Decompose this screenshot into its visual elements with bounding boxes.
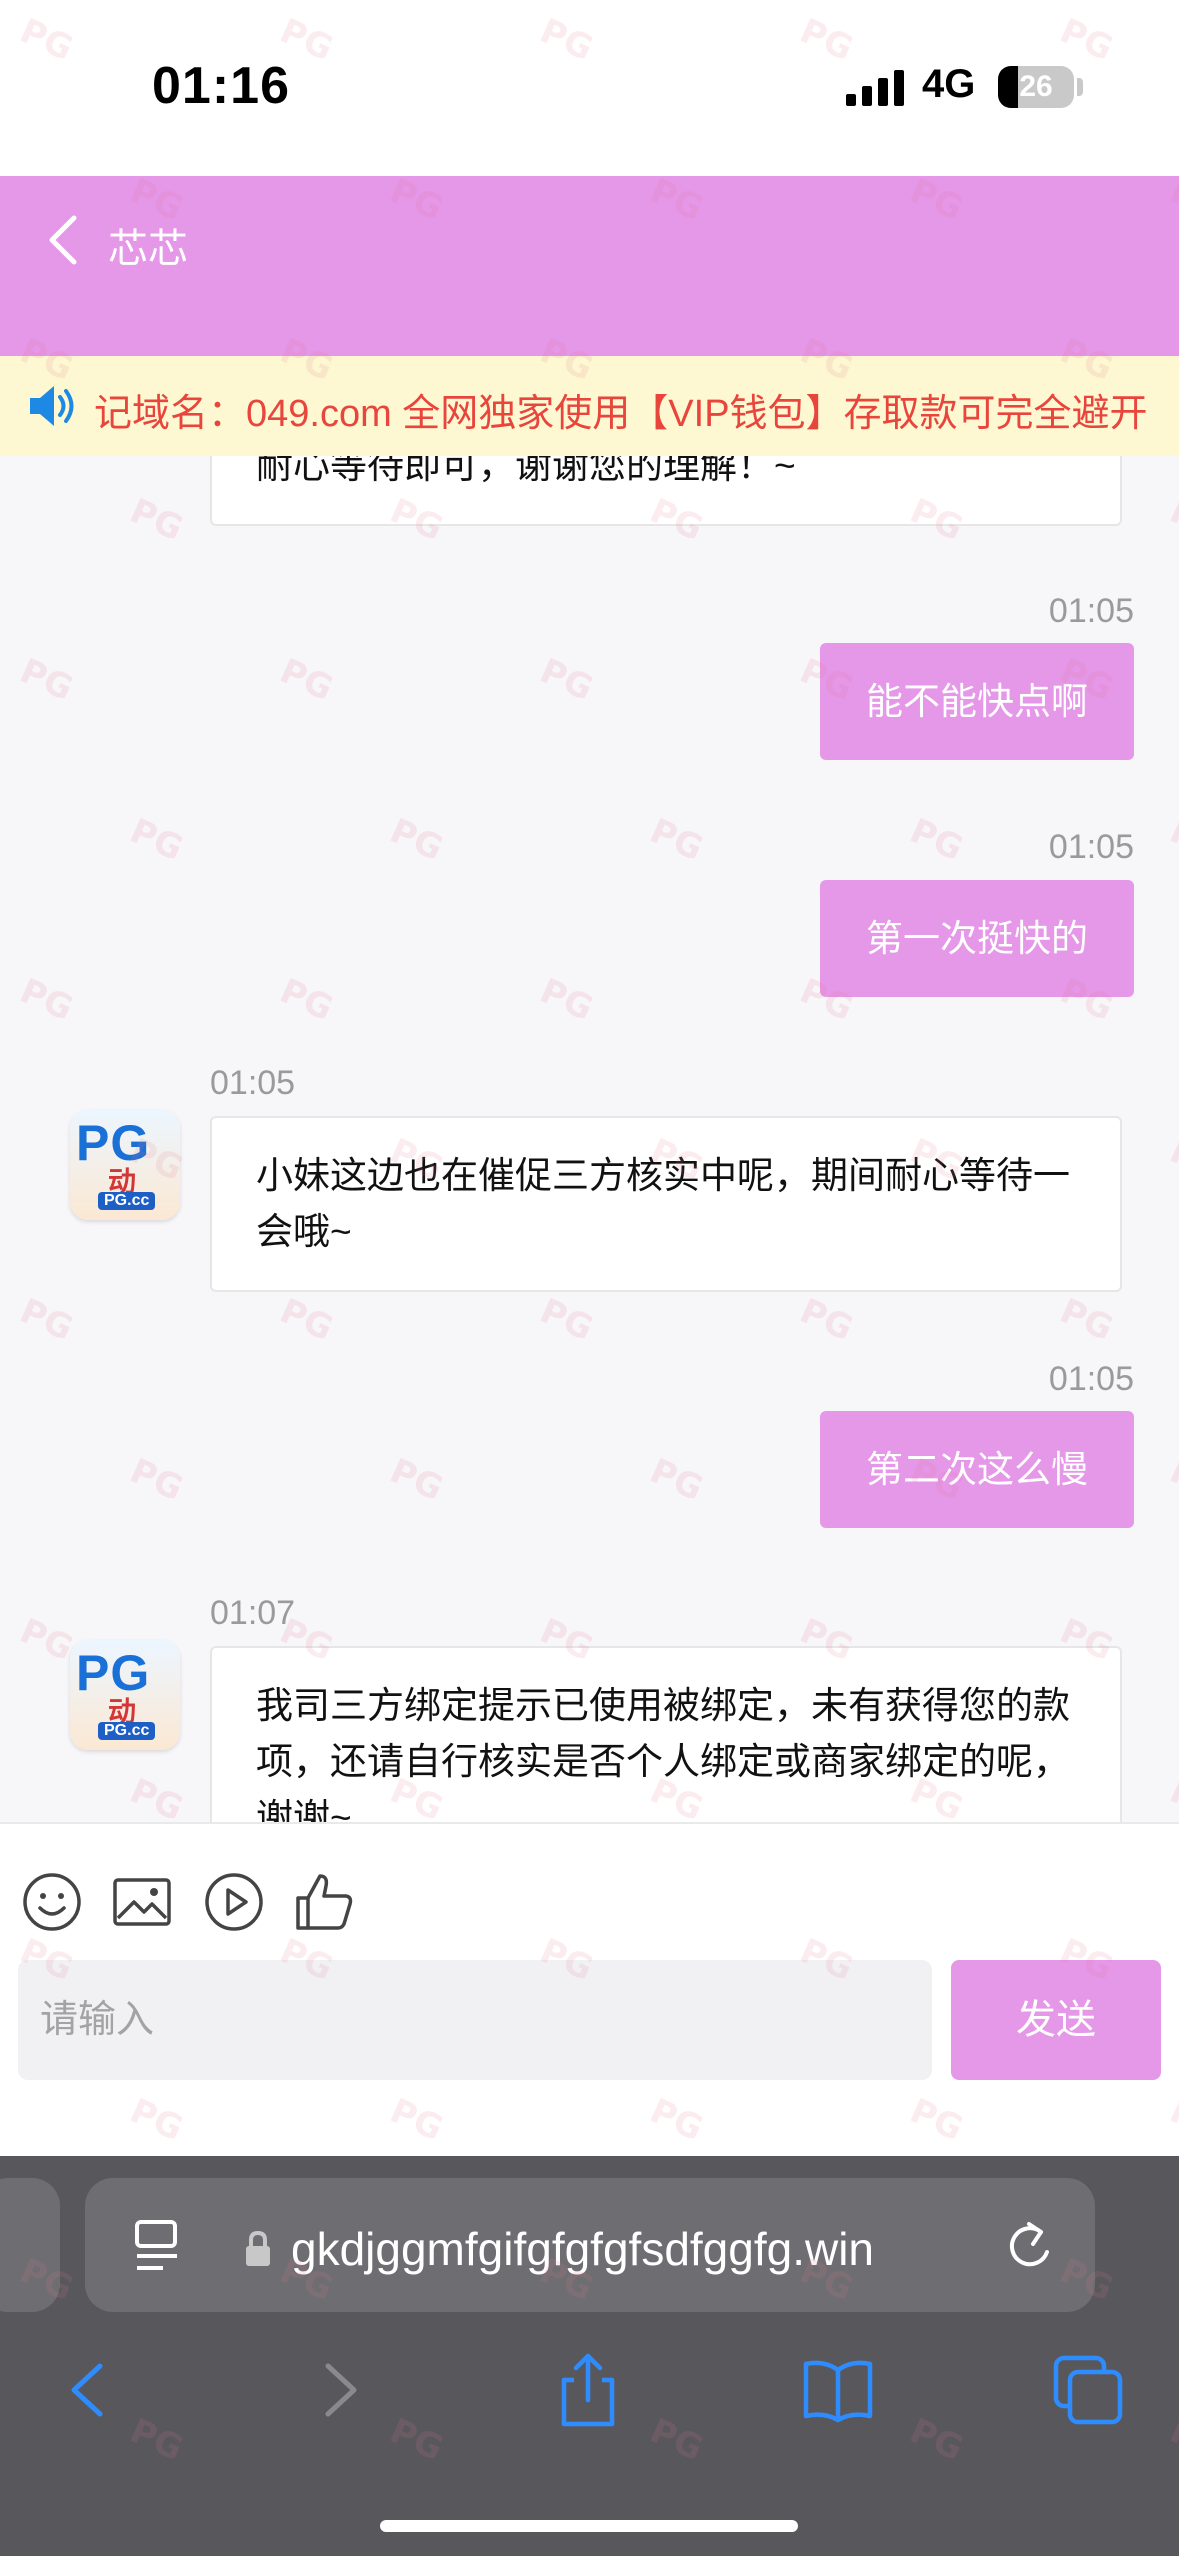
avatar[interactable]: PG 动 PG.cc [70,1110,180,1220]
message-bubble-incoming: 我司三方绑定提示已使用被绑定，未有获得您的款项，还请自行核实是否个人绑定或商家绑… [210,1646,1122,1822]
battery-tip [1077,78,1083,96]
message-bubble-outgoing: 第二次这么慢 [820,1411,1134,1528]
avatar-sub: PG.cc [98,1722,156,1740]
url-text: gkdjggmfgifgfgfgfsdfggfg.win [291,2223,875,2275]
network-label: 4G [922,62,976,106]
chevron-left-icon [49,215,77,265]
chat-area[interactable]: 耐心等待即可，谢谢您的理解！~ 01:05 能不能快点啊 01:05 第一次挺快… [0,456,1179,1822]
message-bubble-incoming: 耐心等待即可，谢谢您的理解！~ [210,456,1122,526]
emoji-icon[interactable] [20,1870,84,1934]
signal-icon [846,70,906,106]
image-icon[interactable] [110,1870,174,1934]
back-nav-icon[interactable] [48,2350,128,2430]
share-icon[interactable] [548,2350,628,2430]
notice-bar[interactable]: 记域名：049.com 全网独家使用【VIP钱包】存取款可完全避开 [0,356,1179,456]
bookmarks-icon[interactable] [798,2350,878,2430]
video-icon[interactable] [202,1870,266,1934]
message-bubble-outgoing: 能不能快点啊 [820,643,1134,760]
message-time: 01:05 [1048,592,1134,630]
avatar[interactable]: PG 动 PG.cc [70,1640,180,1750]
chat-header: 芯芯 [0,176,1179,356]
avatar-sub: PG.cc [98,1192,156,1210]
message-text: 耐心等待即可，谢谢您的理解！~ [256,456,796,486]
send-button[interactable]: 发送 [951,1960,1161,2080]
thumbs-up-icon[interactable] [292,1870,356,1934]
address-bar[interactable]: gkdjggmfgifgfgfgfsdfggfg.win [85,2178,1095,2312]
chat-title: 芯芯 [108,227,188,271]
message-time: 01:05 [210,1064,296,1102]
lock-icon [246,2230,270,2266]
back-button[interactable] [36,206,96,276]
status-time: 01:16 [152,57,290,115]
battery-level: 26 [1019,70,1053,103]
message-bubble-outgoing: 第一次挺快的 [820,880,1134,997]
status-bar: 01:16 4G 26 [0,0,1179,176]
message-time: 01:07 [210,1594,296,1632]
message-input[interactable] [18,1960,932,2080]
message-bubble-incoming: 小妹这边也在催促三方核实中呢，期间耐心等待一会哦~ [210,1116,1122,1292]
browser-toolbar: gkdjggmfgifgfgfgfsdfggfg.win [0,2156,1179,2556]
reader-icon[interactable] [133,2218,183,2274]
message-text: 第二次这么慢 [866,1449,1088,1490]
battery-icon: 26 [998,66,1074,108]
home-indicator [380,2520,798,2532]
notice-text: 记域名：049.com 全网独家使用【VIP钱包】存取款可完全避开 [94,393,1148,435]
message-time: 01:05 [1048,1360,1134,1398]
composer: 发送 [0,1822,1179,2156]
message-text: 我司三方绑定提示已使用被绑定，未有获得您的款项，还请自行核实是否个人绑定或商家绑… [256,1685,1070,1822]
tabs-icon[interactable] [1048,2350,1128,2430]
reload-icon[interactable] [1003,2216,1059,2276]
message-text: 第一次挺快的 [866,918,1088,959]
speaker-icon [30,386,74,426]
forward-nav-icon[interactable] [300,2350,380,2430]
message-time: 01:05 [1048,828,1134,866]
message-text: 能不能快点啊 [866,681,1088,722]
previous-tab[interactable] [0,2178,60,2312]
message-text: 小妹这边也在催促三方核实中呢，期间耐心等待一会哦~ [256,1155,1070,1252]
